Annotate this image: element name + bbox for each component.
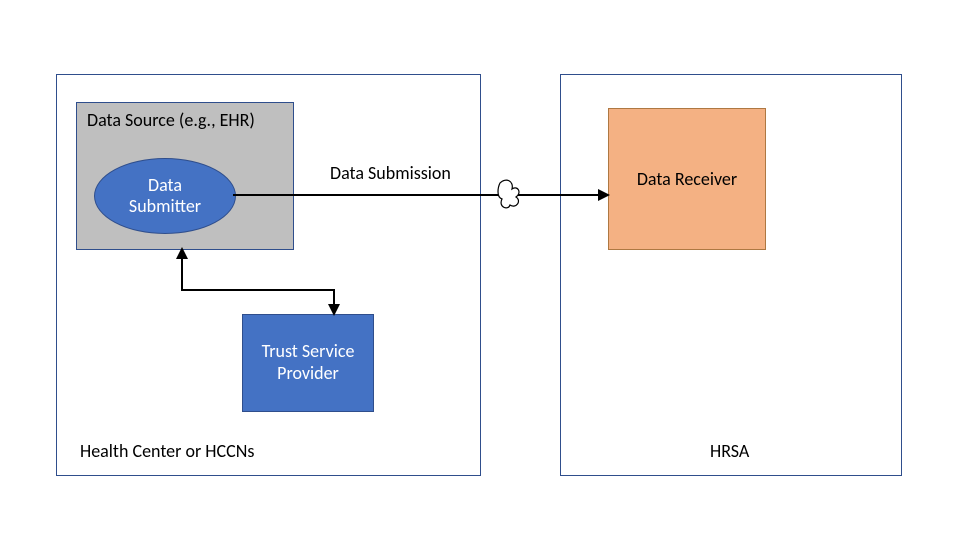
data-receiver-box: Data Receiver [608,108,766,250]
data-submission-label: Data Submission [330,162,451,184]
trust-service-label: Trust Service Provider [262,341,355,384]
firewall-icon [498,180,519,208]
data-submitter-ellipse: Data Submitter [94,158,236,234]
health-center-label: Health Center or HCCNs [80,440,254,462]
data-submitter-label: Data Submitter [129,175,201,216]
data-source-title: Data Source (e.g., EHR) [87,109,255,131]
hrsa-label: HRSA [710,440,749,462]
diagram-canvas: Health Center or HCCNs HRSA Data Source … [0,0,960,540]
data-receiver-label: Data Receiver [637,168,737,190]
trust-service-box: Trust Service Provider [242,314,374,412]
